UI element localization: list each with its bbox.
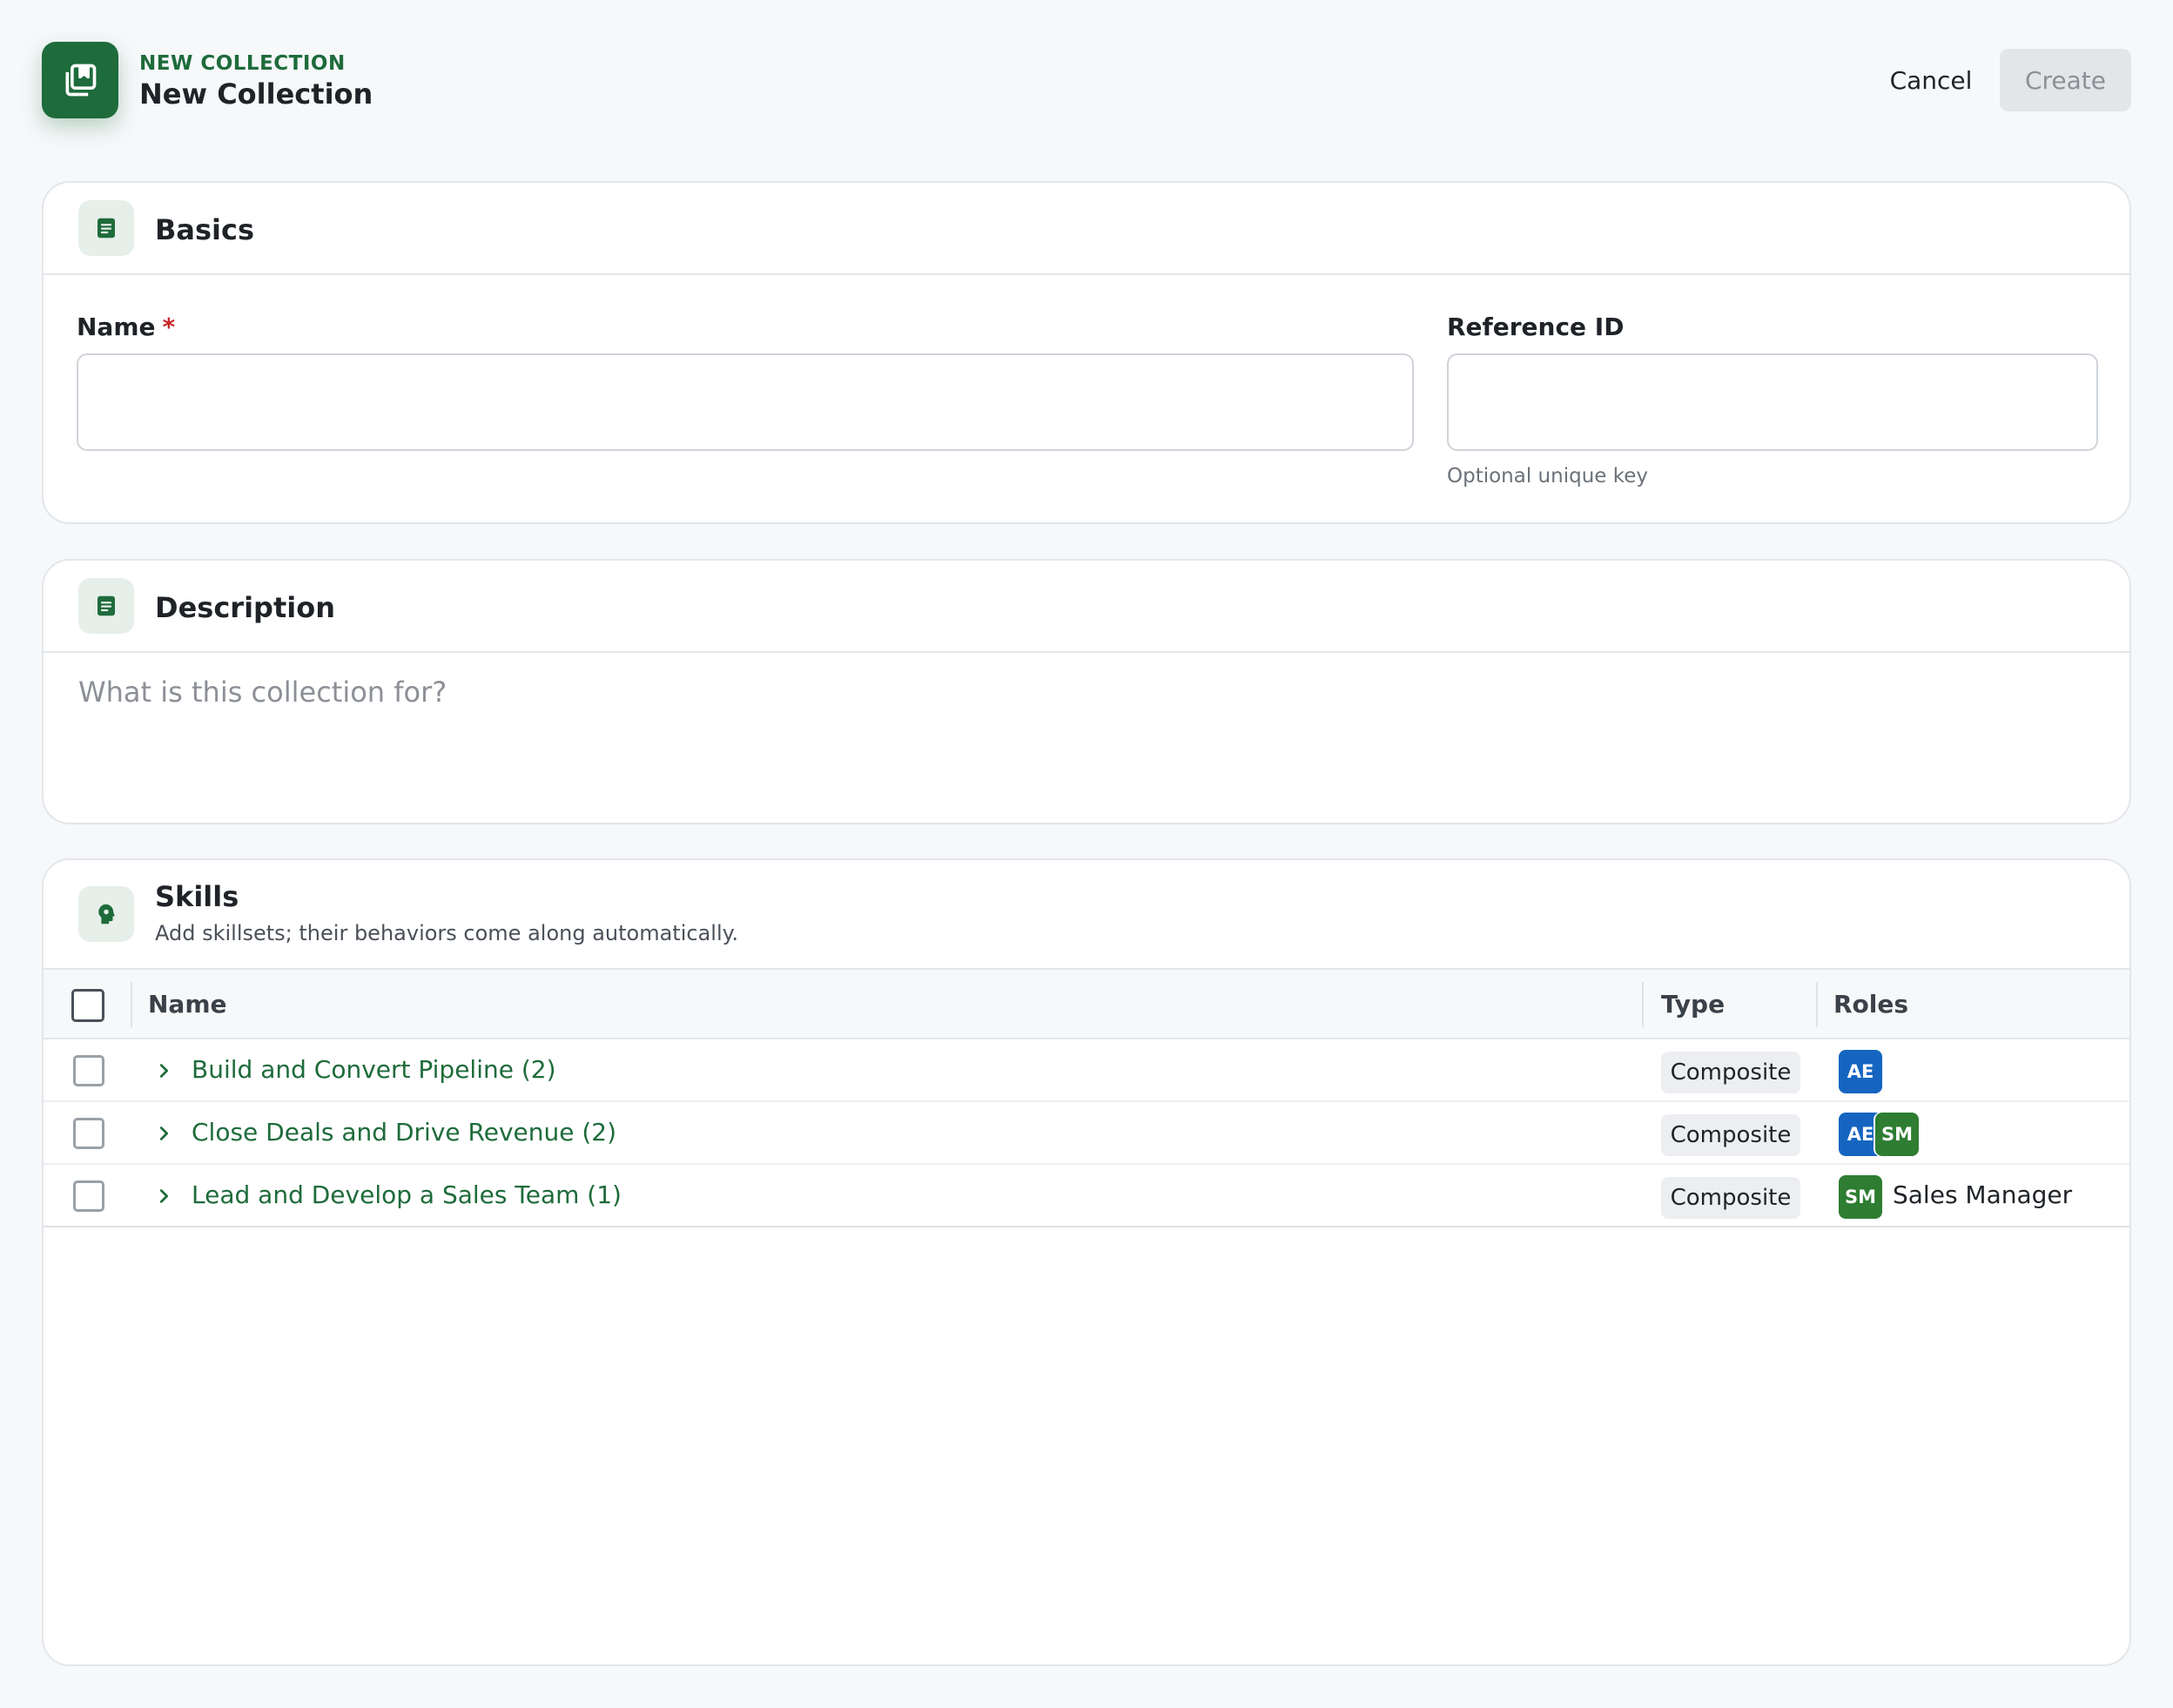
role-avatar-sm: SM: [1839, 1175, 1882, 1219]
skills-card: Skills Add skillsets; their behaviors co…: [42, 858, 2131, 1666]
document-icon: [78, 578, 134, 634]
basics-title: Basics: [155, 213, 255, 246]
column-header-type[interactable]: Type: [1661, 987, 1725, 1022]
chevron-right-icon[interactable]: [150, 1120, 178, 1147]
type-badge: Composite: [1661, 1177, 1800, 1219]
skill-name-link[interactable]: Build and Convert Pipeline (2): [192, 1053, 556, 1086]
role-label: Sales Manager: [1893, 1180, 2073, 1209]
row-checkbox[interactable]: [73, 1055, 104, 1086]
collection-icon: [42, 42, 118, 118]
table-row[interactable]: Close Deals and Drive Revenue (2) Compos…: [44, 1102, 2129, 1165]
skills-subtitle: Add skillsets; their behaviors come alon…: [155, 921, 739, 945]
chevron-right-icon[interactable]: [150, 1057, 178, 1085]
row-checkbox[interactable]: [73, 1180, 104, 1212]
head-gear-icon: [78, 886, 134, 942]
name-label: Name *: [77, 312, 175, 343]
column-header-name[interactable]: Name: [148, 987, 227, 1022]
column-divider[interactable]: [1642, 982, 1644, 1027]
description-title: Description: [155, 591, 335, 624]
create-button[interactable]: Create: [2000, 49, 2131, 111]
chevron-right-icon[interactable]: [150, 1182, 178, 1210]
role-avatar-ae: AE: [1839, 1050, 1882, 1093]
name-input[interactable]: [77, 353, 1414, 451]
page-title: New Collection: [139, 77, 373, 111]
skills-table-header: Name Type Roles: [44, 970, 2129, 1039]
type-badge: Composite: [1661, 1114, 1800, 1156]
type-badge: Composite: [1661, 1052, 1800, 1093]
reference-id-hint: Optional unique key: [1447, 465, 1648, 488]
description-card: Description: [42, 559, 2131, 824]
required-mark: *: [162, 313, 176, 341]
select-all-checkbox[interactable]: [71, 989, 104, 1022]
reference-id-input[interactable]: [1447, 353, 2098, 451]
skill-name-link[interactable]: Lead and Develop a Sales Team (1): [192, 1179, 622, 1212]
description-card-header: Description: [44, 561, 2129, 653]
name-label-text: Name: [77, 313, 156, 341]
table-row[interactable]: Lead and Develop a Sales Team (1) Compos…: [44, 1165, 2129, 1227]
basics-card-header: Basics: [44, 183, 2129, 275]
skills-title: Skills: [155, 880, 239, 913]
column-divider[interactable]: [1816, 982, 1818, 1027]
table-row[interactable]: Build and Convert Pipeline (2) Composite…: [44, 1039, 2129, 1102]
column-divider[interactable]: [131, 982, 132, 1027]
cancel-button[interactable]: Cancel: [1872, 49, 1990, 111]
basics-card: Basics Name * Reference ID Optional uniqu…: [42, 181, 2131, 524]
page-eyebrow: NEW COLLECTION: [139, 52, 346, 75]
role-avatar-sm: SM: [1875, 1113, 1919, 1156]
column-header-roles[interactable]: Roles: [1833, 987, 1908, 1022]
document-icon: [78, 200, 134, 256]
description-textarea[interactable]: [78, 674, 2081, 796]
row-checkbox[interactable]: [73, 1118, 104, 1149]
reference-id-label: Reference ID: [1447, 313, 1625, 341]
skills-card-header: Skills Add skillsets; their behaviors co…: [44, 860, 2129, 970]
skill-name-link[interactable]: Close Deals and Drive Revenue (2): [192, 1116, 616, 1149]
